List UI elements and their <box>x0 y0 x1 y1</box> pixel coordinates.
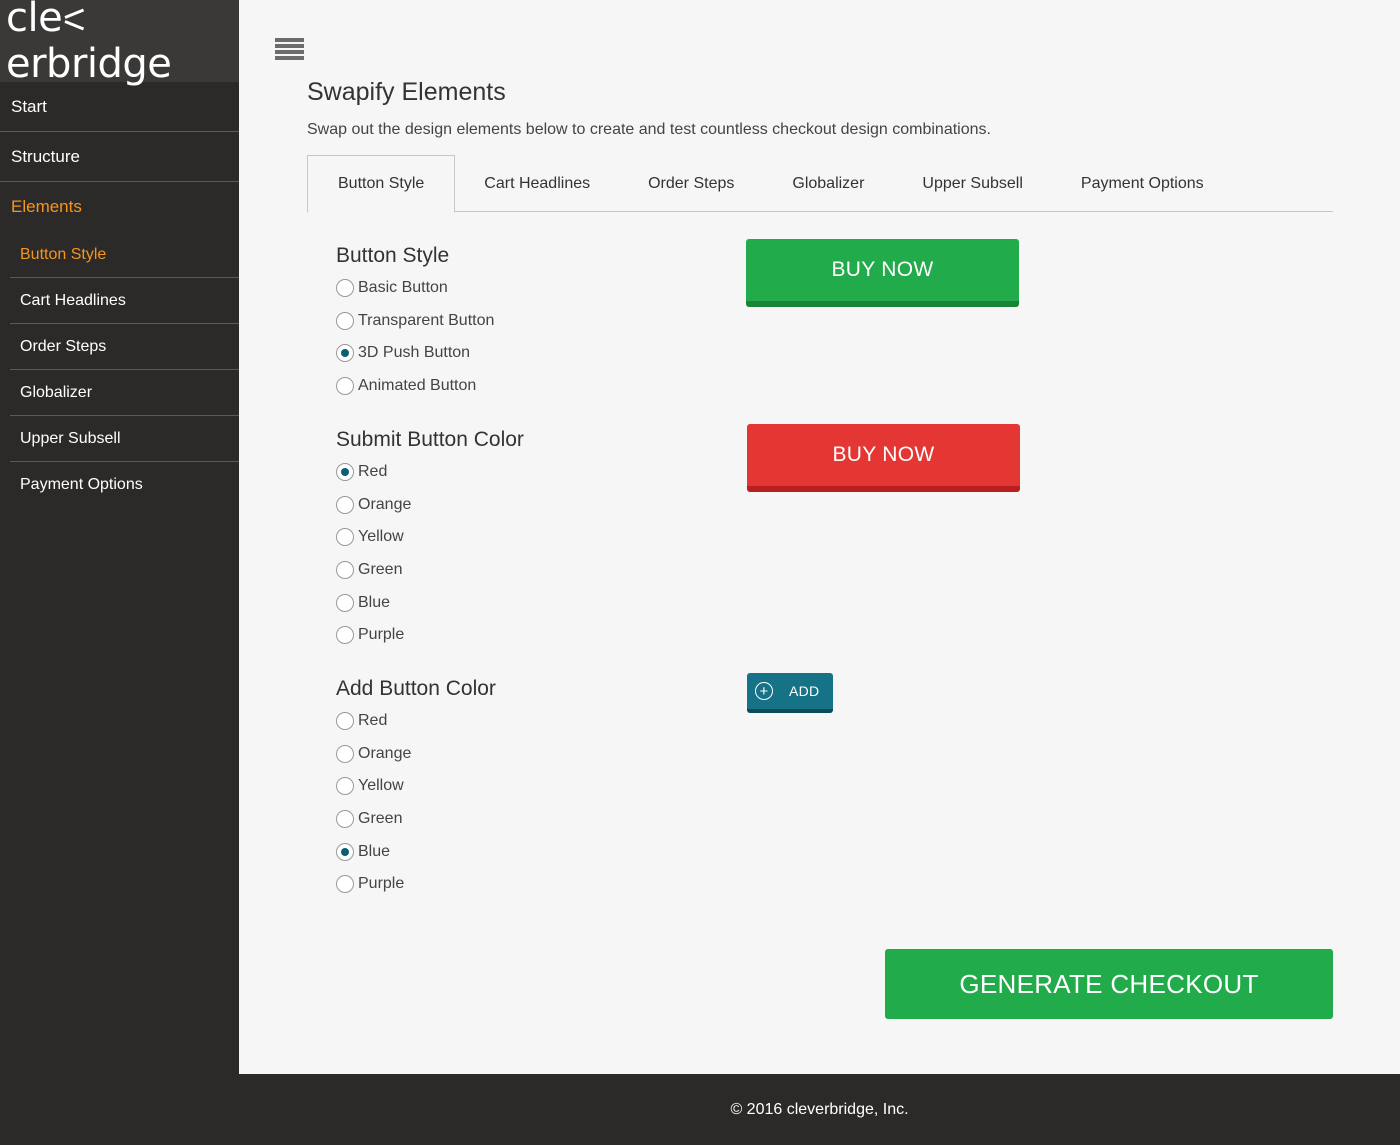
plus-circle-icon: + <box>755 682 773 700</box>
sidebar-item-start[interactable]: Start <box>0 82 239 132</box>
tab-button-style[interactable]: Button Style <box>307 155 456 213</box>
generate-checkout-button[interactable]: GENERATE CHECKOUT <box>885 949 1333 1019</box>
tab-bar: Button Style Cart Headlines Order Steps … <box>307 155 1333 213</box>
section-heading: Button Style <box>336 244 450 267</box>
buy-now-preview-button-red[interactable]: BUY NOW <box>747 424 1020 492</box>
radio-option[interactable]: 3D Push Button <box>336 337 494 370</box>
sidebar-subitem-order-steps[interactable]: Order Steps <box>10 324 239 370</box>
button-style-section: Button Style Basic Button Transparent Bu… <box>336 240 494 402</box>
sidebar-item-structure[interactable]: Structure <box>0 132 239 182</box>
hamburger-menu-icon[interactable] <box>275 38 304 61</box>
tab-globalizer[interactable]: Globalizer <box>763 155 893 212</box>
sidebar-item-elements[interactable]: Elements <box>0 182 239 232</box>
radio-option[interactable]: Blue <box>336 835 496 868</box>
radio-button[interactable] <box>336 377 354 396</box>
sidebar-subitem-cart-headlines[interactable]: Cart Headlines <box>10 278 239 324</box>
main-content: Swapify Elements Swap out the design ele… <box>239 0 1400 1074</box>
radio-button[interactable] <box>336 777 354 796</box>
add-color-section: Add Button Color Red Orange Yellow Green… <box>336 673 496 901</box>
radio-button[interactable] <box>336 528 354 547</box>
radio-option[interactable]: Red <box>336 456 524 489</box>
sidebar-nav: Start Structure Elements <box>0 82 239 232</box>
add-preview-button[interactable]: + ADD <box>747 673 833 713</box>
radio-option[interactable]: Purple <box>336 619 524 652</box>
radio-button[interactable] <box>336 279 354 298</box>
radio-option[interactable]: Transparent Button <box>336 305 494 338</box>
radio-option[interactable]: Animated Button <box>336 370 494 403</box>
tab-cart-headlines[interactable]: Cart Headlines <box>455 155 619 212</box>
radio-button[interactable] <box>336 875 354 894</box>
footer: © 2016 cleverbridge, Inc. <box>239 1074 1400 1145</box>
radio-button-checked[interactable] <box>336 344 354 363</box>
radio-option[interactable]: Green <box>336 803 496 836</box>
radio-option[interactable]: Yellow <box>336 521 524 554</box>
buy-now-preview-button-green[interactable]: BUY NOW <box>746 239 1019 307</box>
sidebar-subitem-button-style[interactable]: Button Style <box>10 232 239 278</box>
add-button-label: ADD <box>789 683 820 699</box>
radio-button[interactable] <box>336 744 354 763</box>
radio-button[interactable] <box>336 495 354 514</box>
radio-option[interactable]: Purple <box>336 868 496 901</box>
submit-color-section: Submit Button Color Red Orange Yellow Gr… <box>336 424 524 652</box>
cleverbridge-logo[interactable]: cleerbridge <box>6 0 239 87</box>
radio-option[interactable]: Blue <box>336 586 524 619</box>
sidebar-subitem-upper-subsell[interactable]: Upper Subsell <box>10 416 239 462</box>
sidebar: cleerbridge Start Structure Elements But… <box>0 0 239 1074</box>
section-heading: Add Button Color <box>336 677 496 700</box>
page-title: Swapify Elements <box>307 78 506 106</box>
logo-bar: cleerbridge <box>0 0 239 87</box>
radio-button[interactable] <box>336 561 354 580</box>
radio-option[interactable]: Red <box>336 705 496 738</box>
radio-button[interactable] <box>336 810 354 829</box>
radio-option[interactable]: Orange <box>336 489 524 522</box>
radio-option[interactable]: Basic Button <box>336 272 494 305</box>
radio-option[interactable]: Green <box>336 554 524 587</box>
tab-payment-options[interactable]: Payment Options <box>1052 155 1233 212</box>
radio-button[interactable] <box>336 593 354 612</box>
page-description: Swap out the design elements below to cr… <box>307 121 991 138</box>
radio-option[interactable]: Yellow <box>336 770 496 803</box>
radio-button[interactable] <box>336 626 354 645</box>
sidebar-subnav: Button Style Cart Headlines Order Steps … <box>0 232 239 508</box>
section-heading: Submit Button Color <box>336 428 524 451</box>
radio-button-checked[interactable] <box>336 463 354 482</box>
radio-button[interactable] <box>336 712 354 731</box>
sidebar-subitem-payment-options[interactable]: Payment Options <box>10 462 239 508</box>
radio-button[interactable] <box>336 311 354 330</box>
radio-option[interactable]: Orange <box>336 738 496 771</box>
radio-button-checked[interactable] <box>336 842 354 861</box>
copyright-text: © 2016 cleverbridge, Inc. <box>730 1100 909 1118</box>
tab-upper-subsell[interactable]: Upper Subsell <box>893 155 1052 212</box>
tab-order-steps[interactable]: Order Steps <box>619 155 763 212</box>
sidebar-subitem-globalizer[interactable]: Globalizer <box>10 370 239 416</box>
